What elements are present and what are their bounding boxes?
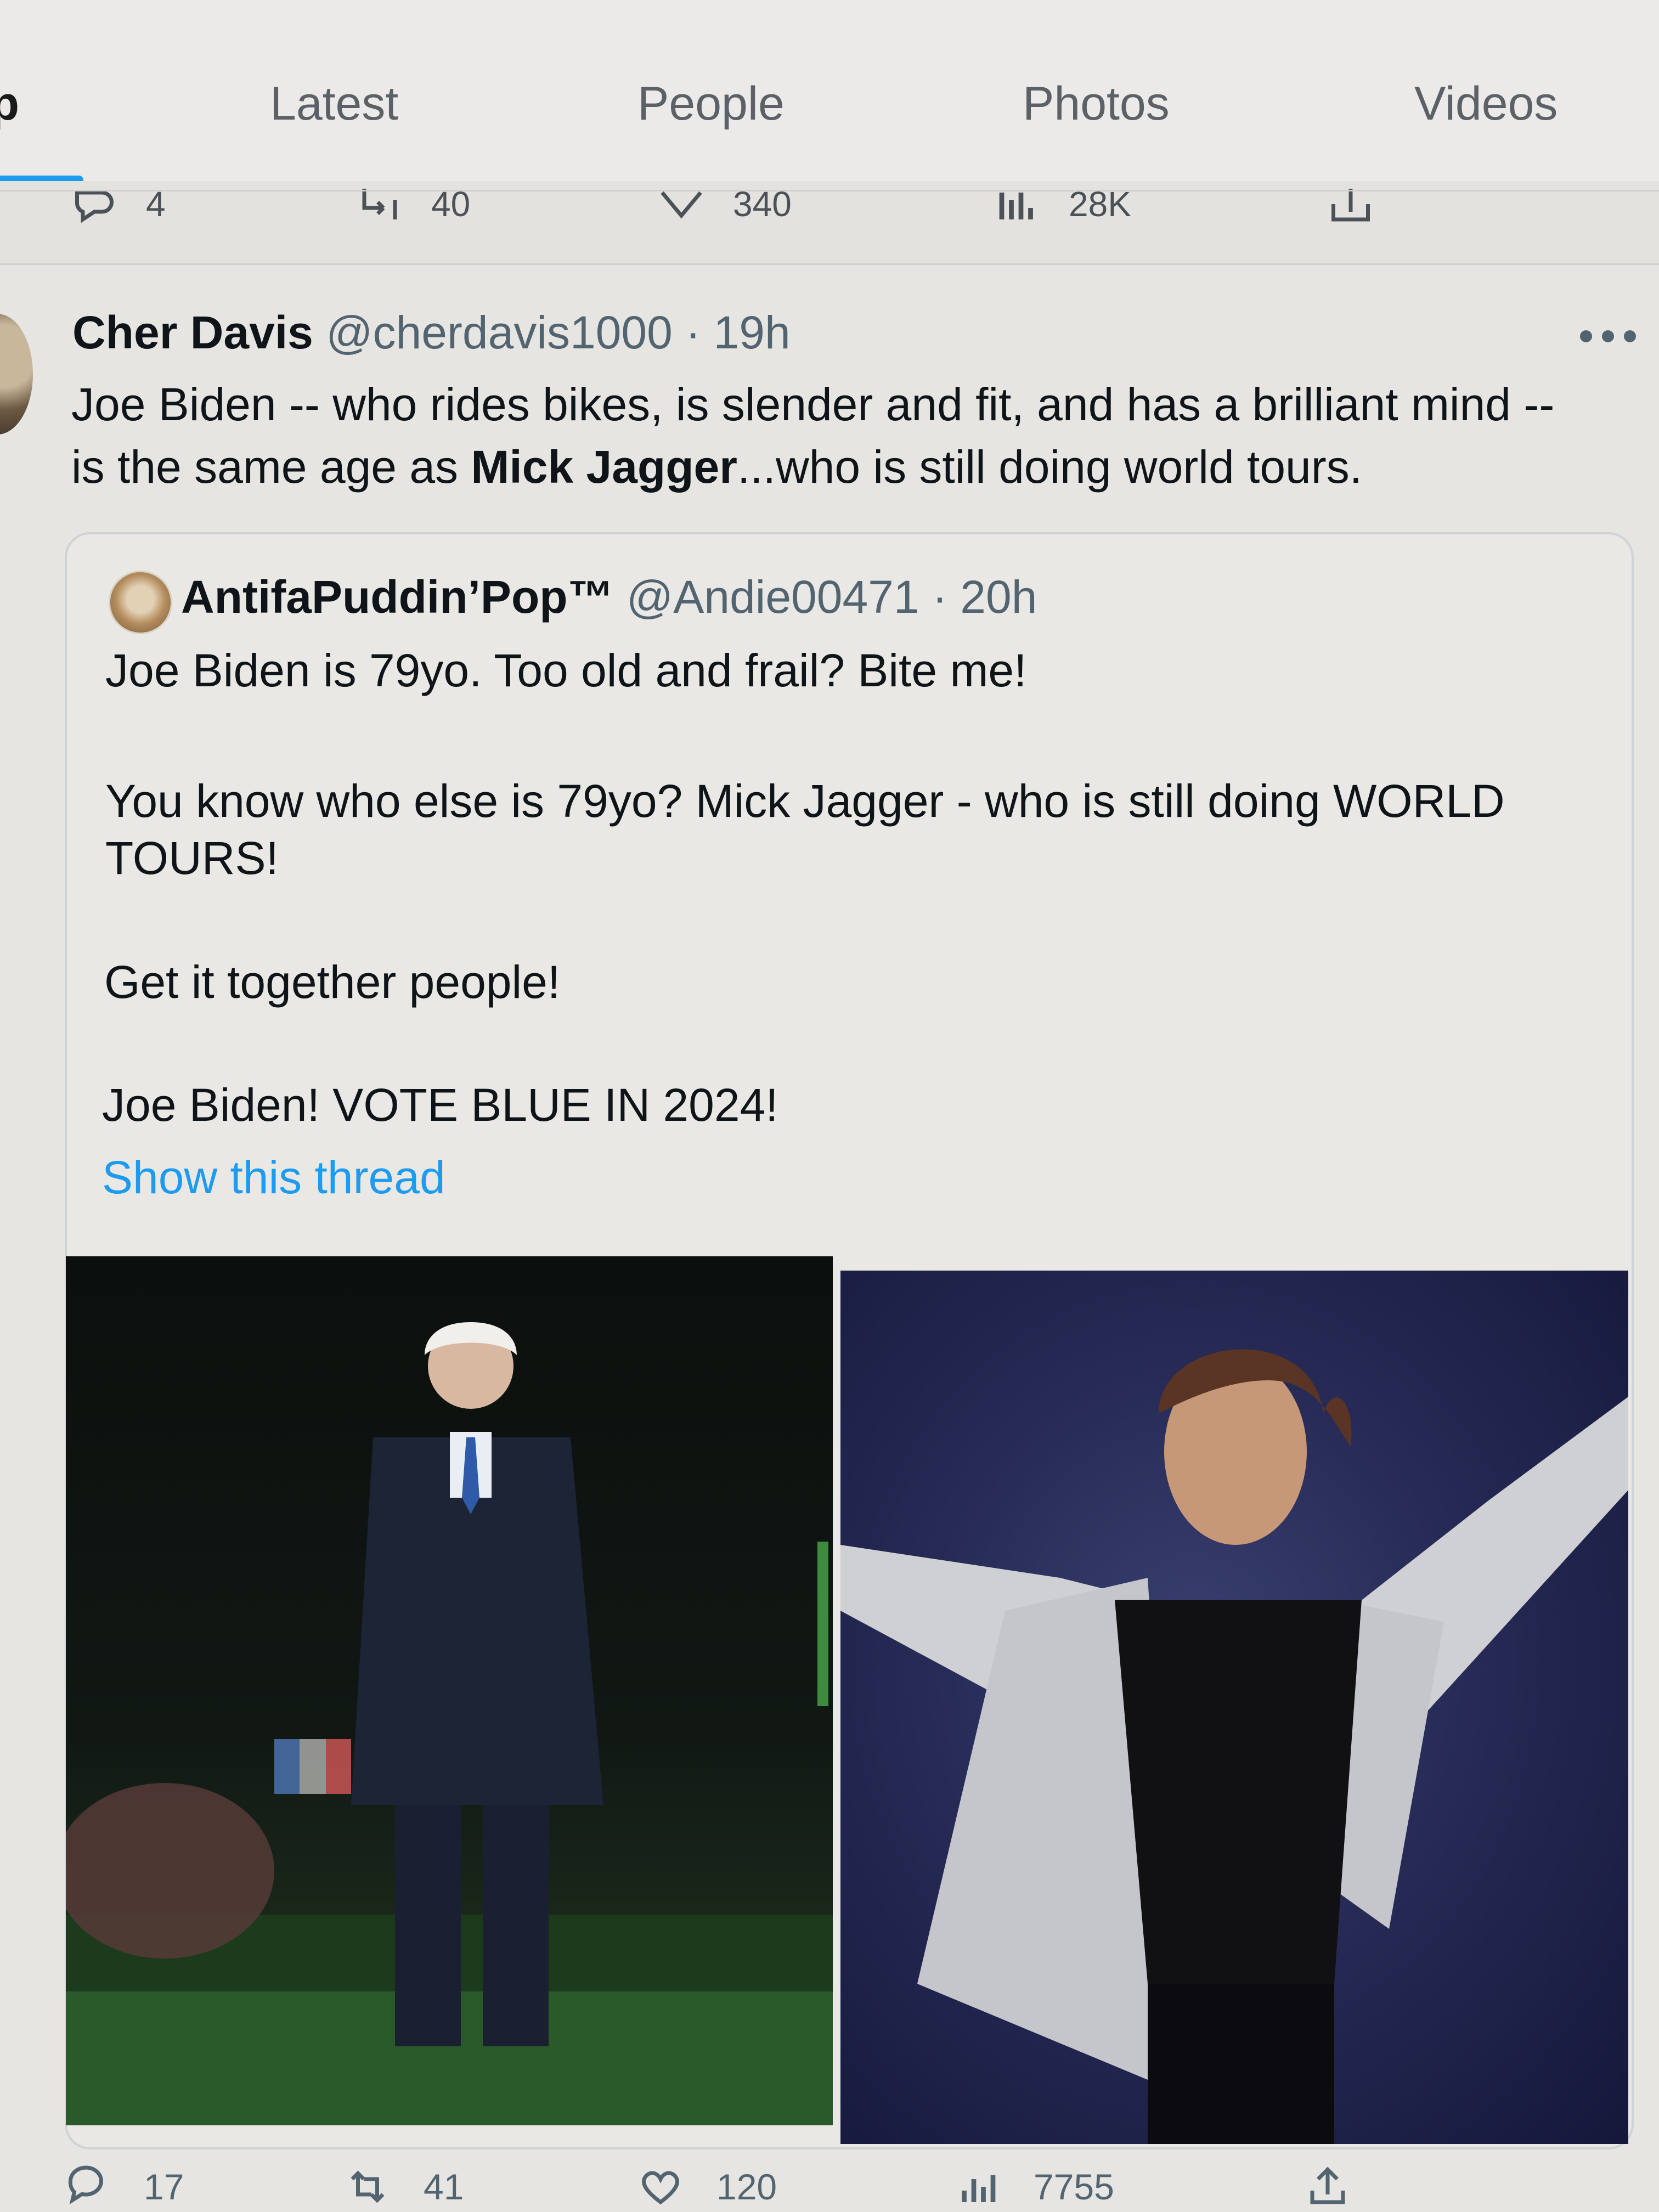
tab-videos[interactable]: Videos xyxy=(1414,77,1558,131)
heart-icon xyxy=(642,2171,679,2205)
quote-avatar[interactable] xyxy=(109,571,172,634)
quote-text-line: Joe Biden! VOTE BLUE IN 2024! xyxy=(102,1079,778,1131)
like-button[interactable]: 120 xyxy=(637,2164,777,2210)
tab-top[interactable]: op xyxy=(0,77,19,131)
tweet-divider xyxy=(0,263,1659,265)
tabbar-divider xyxy=(0,190,1659,191)
prev-like-button[interactable]: 340 xyxy=(658,181,792,227)
author-name[interactable]: Cher Davis xyxy=(72,307,313,358)
quote-author-name[interactable]: AntifaPuddin’Pop™ xyxy=(181,571,614,623)
avatar[interactable] xyxy=(0,314,33,435)
reply-button[interactable]: 17 xyxy=(65,2164,184,2210)
prev-retweet-button[interactable]: 40 xyxy=(357,181,470,227)
views-icon xyxy=(962,2175,996,2202)
tweet-text-bold: Mick Jagger xyxy=(471,441,737,493)
quote-text-line: Get it together people! xyxy=(104,956,561,1008)
quote-text-line: TOURS! xyxy=(105,832,279,884)
prev-share-button[interactable] xyxy=(1328,181,1374,227)
reply-icon xyxy=(75,190,114,223)
share-icon xyxy=(1331,189,1370,222)
show-thread-link[interactable]: Show this thread xyxy=(102,1151,445,1204)
retweet-button[interactable]: 41 xyxy=(345,2164,464,2210)
photo-illustration xyxy=(66,1322,833,2125)
tab-latest[interactable]: Latest xyxy=(270,77,398,131)
prev-views-button[interactable]: 28K xyxy=(994,181,1131,227)
photo-gap xyxy=(833,1256,840,2145)
quote-text-line: Joe Biden is 79yo. Too old and frail? Bi… xyxy=(105,645,1027,696)
quote-separator: · xyxy=(932,571,947,623)
views-button[interactable]: 7755 xyxy=(955,2164,1114,2210)
tweet-timestamp[interactable]: 19h xyxy=(714,307,791,358)
photo-illustration xyxy=(840,1349,1628,2144)
tweet-text: Joe Biden -- who rides bikes, is slender… xyxy=(71,373,1640,498)
like-count: 120 xyxy=(716,2166,777,2207)
retweet-icon xyxy=(362,189,397,219)
share-icon xyxy=(1310,2166,1345,2204)
retweet-icon xyxy=(351,2170,385,2203)
author-handle[interactable]: @cherdavis1000 xyxy=(326,307,673,358)
tab-photos[interactable]: Photos xyxy=(1023,77,1170,131)
quote-photo-left[interactable] xyxy=(66,1256,833,2125)
reply-icon xyxy=(68,2165,103,2205)
retweet-count: 41 xyxy=(424,2166,464,2207)
header-separator: · xyxy=(685,307,701,358)
heart-icon xyxy=(661,191,702,219)
tweet-text-line: Joe Biden -- who rides bikes, is slender… xyxy=(71,379,1555,430)
quote-photo-right[interactable] xyxy=(840,1271,1628,2144)
tweet-text-segment: ...who is still doing world tours. xyxy=(737,441,1363,493)
tweet-header: Cher Davis @cherdavis1000 · 19h xyxy=(72,306,791,359)
views-count: 7755 xyxy=(1034,2166,1114,2207)
prev-reply-button[interactable]: 4 xyxy=(71,181,166,227)
quote-timestamp[interactable]: 20h xyxy=(960,571,1037,623)
more-icon[interactable] xyxy=(1578,328,1638,345)
tweet-text-line: is the same age as Mick Jagger...who is … xyxy=(71,436,1640,498)
search-tabs-bar: op Latest People Photos Videos xyxy=(0,0,1659,192)
views-icon xyxy=(999,193,1033,219)
reply-count: 17 xyxy=(144,2166,184,2207)
quote-header: AntifaPuddin’Pop™ @Andie00471 · 20h xyxy=(181,571,1037,624)
tweet-text-segment: is the same age as xyxy=(71,441,471,493)
tab-people[interactable]: People xyxy=(637,77,785,131)
share-button[interactable] xyxy=(1305,2164,1351,2210)
quote-author-handle[interactable]: @Andie00471 xyxy=(627,571,919,623)
quote-text-line: You know who else is 79yo? Mick Jagger -… xyxy=(105,775,1505,827)
previous-tweet-actions: 4 40 340 28K xyxy=(0,181,1659,263)
